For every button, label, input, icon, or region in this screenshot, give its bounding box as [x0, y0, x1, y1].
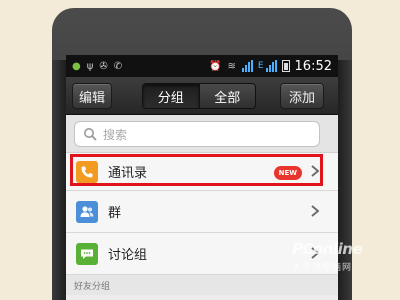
phone-edge-left: [52, 60, 66, 300]
search-placeholder: 搜索: [103, 127, 128, 142]
signal-icon: [241, 60, 254, 72]
search-bar-container: 搜索: [66, 115, 338, 153]
status-bar: ● ψ ✇ ✆ ⏰ ≋ E 16:52: [66, 55, 338, 77]
list-item-label: 群: [108, 206, 122, 221]
status-right-group: ⏰ ≋ E 16:52: [209, 59, 332, 74]
debug-icon: ✇: [99, 60, 108, 72]
call-icon: ✆: [113, 60, 123, 72]
new-badge: NEW: [273, 166, 302, 180]
list-item-label: 讨论组: [108, 248, 148, 263]
group-icon: [76, 200, 98, 223]
watermark-sub: 太平洋电脑网: [292, 263, 353, 273]
title-bar: 编辑 分组 全部 添加: [66, 77, 338, 115]
chat-icon: [76, 242, 98, 265]
chevron-right-icon: [311, 205, 320, 217]
alarm-icon: ⏰: [209, 60, 222, 72]
chevron-right-icon: [311, 165, 320, 177]
watermark: PConline 太平洋电脑网: [292, 240, 392, 290]
phone-icon: [76, 160, 98, 183]
watermark-main: PConline: [292, 240, 363, 258]
add-button[interactable]: 添加: [280, 83, 324, 109]
network-type: E: [257, 61, 264, 71]
edit-button[interactable]: 编辑: [72, 83, 112, 109]
usb-icon: ψ: [86, 60, 94, 72]
search-input[interactable]: 搜索: [74, 121, 320, 147]
tab-groups[interactable]: 分组: [143, 84, 199, 108]
tab-all[interactable]: 全部: [198, 84, 255, 108]
list-item-label: 通讯录: [108, 166, 148, 181]
signal-icon-2: [265, 60, 278, 72]
battery-icon: [281, 60, 290, 72]
list-item-groups[interactable]: 群: [66, 191, 338, 233]
list-item-contacts[interactable]: 通讯录 NEW: [66, 153, 338, 191]
search-icon: [84, 128, 97, 141]
wifi-icon: ≋: [227, 60, 236, 72]
android-icon: ●: [72, 60, 81, 72]
group-all-segmented-control: 分组 全部: [142, 83, 256, 109]
status-time: 16:52: [294, 58, 332, 74]
